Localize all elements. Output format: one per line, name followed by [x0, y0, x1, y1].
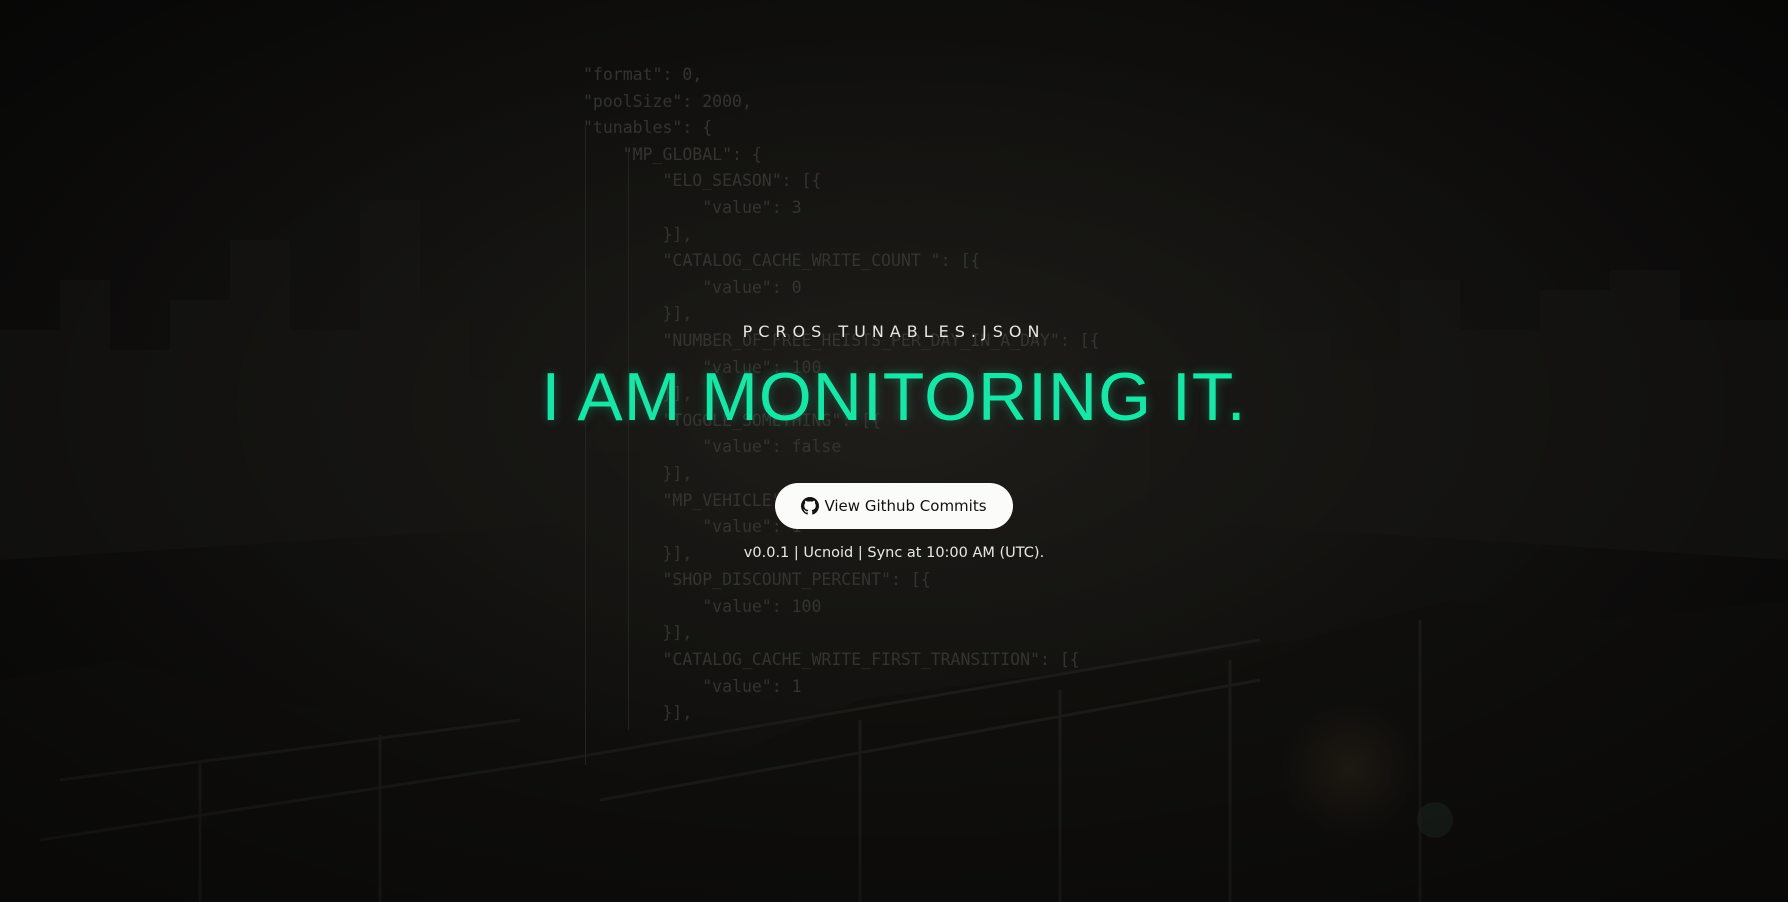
github-icon: [801, 497, 820, 515]
hero-section: PCROS TUNABLES.JSON I AM MONITORING IT. …: [0, 0, 1788, 902]
page-title: I AM MONITORING IT.: [541, 359, 1247, 435]
view-github-commits-button[interactable]: View Github Commits: [775, 483, 1013, 529]
view-github-commits-label: View Github Commits: [824, 497, 987, 515]
page-eyebrow: PCROS TUNABLES.JSON: [742, 322, 1046, 341]
version-sync-info: v0.0.1 | Ucnoid | Sync at 10:00 AM (UTC)…: [743, 545, 1045, 561]
page-background: "format": 0, "poolSize": 2000, "tunables":…: [0, 0, 1788, 902]
